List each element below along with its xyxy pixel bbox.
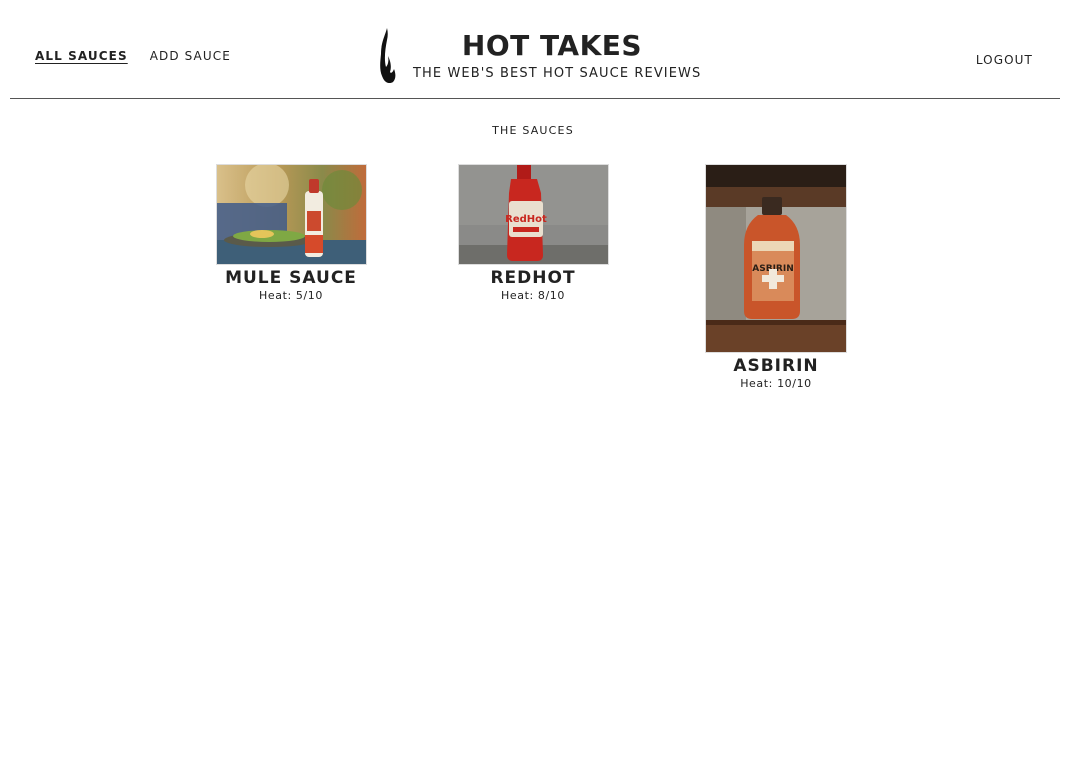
- sauce-image[interactable]: [215, 164, 367, 265]
- nav-all-sauces-link[interactable]: ALL SAUCES: [35, 49, 128, 63]
- sauce-heat: Heat: 10/10: [740, 377, 812, 390]
- site-subtitle: THE WEB'S BEST HOT SAUCE REVIEWS: [413, 66, 702, 81]
- sauce-image[interactable]: ASBIRIN: [705, 164, 847, 353]
- sauce-image[interactable]: RedHot: [457, 164, 609, 265]
- sauce-photo: [216, 165, 366, 264]
- sauce-name: REDHOT: [490, 268, 576, 288]
- main-nav: ALL SAUCES ADD SAUCE: [35, 49, 231, 63]
- user-nav: LOGOUT: [976, 49, 1033, 68]
- site-title: HOT TAKES: [461, 29, 643, 62]
- sauce-card[interactable]: ASBIRIN ASBIRIN Heat: 10/10: [676, 164, 876, 390]
- flame-icon: [380, 28, 396, 84]
- bottle-label: RedHot: [505, 214, 547, 225]
- sauce-heat: Heat: 8/10: [501, 289, 565, 302]
- sauce-card[interactable]: MULE SAUCE Heat: 5/10: [191, 164, 391, 302]
- sauce-photo: RedHot: [458, 165, 608, 264]
- sauce-photo: ASBIRIN: [706, 165, 846, 352]
- header-divider: [10, 98, 1060, 99]
- sauce-name: ASBIRIN: [733, 356, 819, 376]
- nav-add-sauce-link[interactable]: ADD SAUCE: [150, 49, 231, 63]
- brand: HOT TAKES THE WEB'S BEST HOT SAUCE REVIE…: [378, 28, 708, 86]
- sauce-name: MULE SAUCE: [225, 268, 357, 288]
- site-header: ALL SAUCES ADD SAUCE HOT TAKES THE WEB'S…: [0, 0, 1066, 99]
- section-title: THE SAUCES: [492, 124, 574, 137]
- sauce-card[interactable]: RedHot REDHOT Heat: 8/10: [433, 164, 633, 302]
- logout-link[interactable]: LOGOUT: [976, 53, 1033, 67]
- sauce-heat: Heat: 5/10: [259, 289, 323, 302]
